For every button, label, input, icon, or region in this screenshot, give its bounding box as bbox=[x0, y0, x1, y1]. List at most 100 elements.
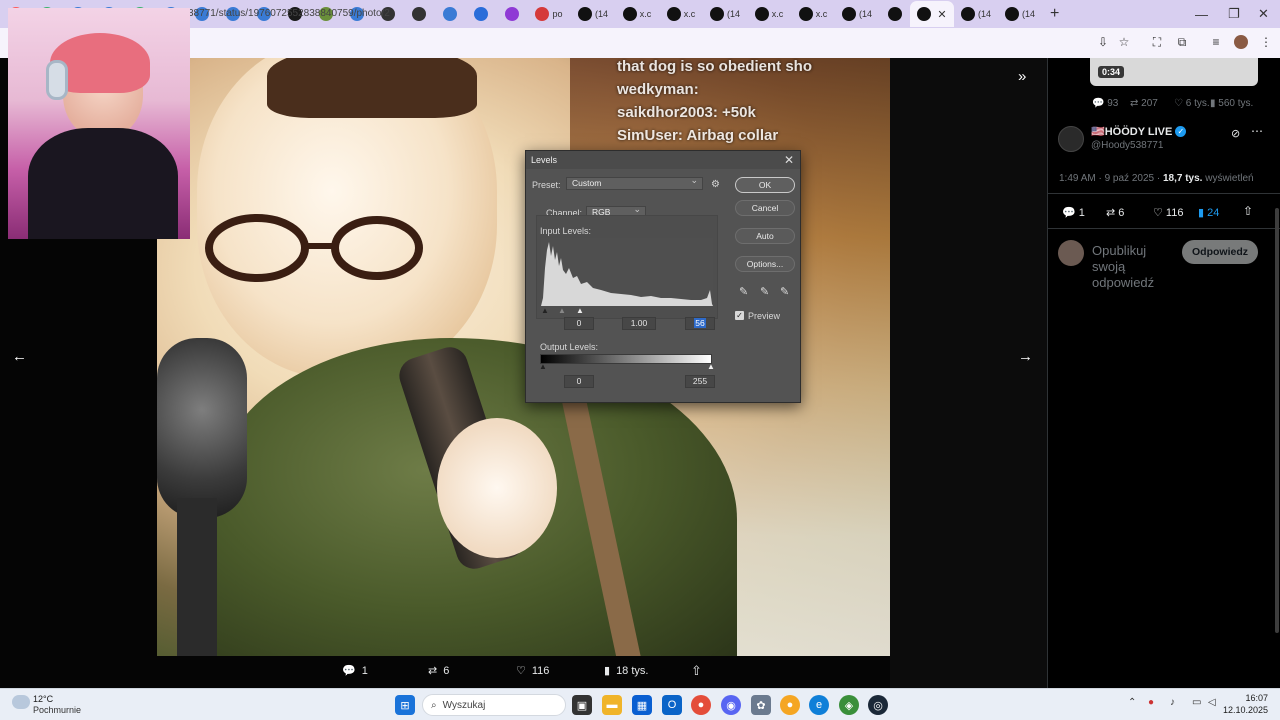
browser-tab[interactable]: (14 bbox=[703, 1, 747, 27]
browser-tab[interactable]: x.c bbox=[659, 1, 703, 27]
discord-icon[interactable]: ◉ bbox=[721, 695, 741, 715]
black-eyedropper-icon[interactable]: ✎ bbox=[739, 285, 748, 298]
browser-tab[interactable]: (14 bbox=[835, 1, 879, 27]
input-black-field[interactable]: 0 bbox=[564, 317, 594, 330]
browser-tab[interactable] bbox=[434, 1, 465, 27]
top-video-views[interactable]: ▮ 560 tys. bbox=[1210, 98, 1253, 109]
bookmark-star-icon[interactable]: ☆ bbox=[1115, 33, 1133, 51]
previous-photo-icon[interactable]: ← bbox=[12, 348, 27, 365]
new-tab-button[interactable]: + bbox=[1050, 5, 1059, 23]
top-video-likes[interactable]: ♡ 6 tys. bbox=[1174, 98, 1210, 109]
steam-icon[interactable]: ◎ bbox=[868, 695, 888, 715]
next-photo-icon[interactable]: → bbox=[1018, 348, 1033, 365]
tweet-bookmark-button[interactable]: ▮ 24 bbox=[1198, 206, 1219, 219]
output-white-slider[interactable]: ▲ bbox=[707, 362, 715, 371]
chrome-icon[interactable]: ● bbox=[691, 695, 711, 715]
photo-like-button[interactable]: ♡ 116 bbox=[516, 664, 549, 678]
screenshot-icon[interactable]: ⛶ bbox=[1148, 33, 1166, 51]
active-browser-tab[interactable]: ✕ bbox=[910, 1, 954, 27]
weather-temp[interactable]: 12°C bbox=[33, 694, 53, 704]
author-name[interactable]: 🇺🇸HÖÖDY LIVE ✓ bbox=[1091, 125, 1187, 138]
tray-chevron-icon[interactable]: ⌃ bbox=[1128, 697, 1136, 708]
options-button[interactable]: Options... bbox=[735, 256, 795, 272]
auto-button[interactable]: Auto bbox=[735, 228, 795, 244]
output-black-field[interactable]: 0 bbox=[564, 375, 594, 388]
browser-tab[interactable] bbox=[465, 1, 496, 27]
browser-tab[interactable]: (14 bbox=[954, 1, 998, 27]
input-white-field[interactable]: 56 bbox=[685, 317, 715, 330]
output-white-field[interactable]: 255 bbox=[685, 375, 715, 388]
tweet-repost-button[interactable]: ⇄ 6 bbox=[1106, 206, 1124, 219]
grok-icon[interactable]: ⊘ bbox=[1231, 127, 1240, 140]
file-explorer-icon[interactable]: ▬ bbox=[602, 695, 622, 715]
app-icon[interactable]: ◈ bbox=[839, 695, 859, 715]
clock-time[interactable]: 16:07 bbox=[1228, 693, 1268, 703]
input-white-slider[interactable]: ▲ bbox=[576, 306, 584, 315]
tray-app-icon[interactable]: ● bbox=[1148, 697, 1154, 708]
more-options-icon[interactable]: ⋯ bbox=[1251, 124, 1263, 138]
browser-tab[interactable] bbox=[403, 1, 434, 27]
volume-icon[interactable]: ◁ bbox=[1208, 697, 1216, 708]
weather-cloud-icon[interactable] bbox=[12, 695, 30, 709]
dialog-close-icon[interactable]: ✕ bbox=[784, 153, 794, 167]
app-icon[interactable]: ● bbox=[780, 695, 800, 715]
tweet-reply-button[interactable]: 💬 1 bbox=[1062, 206, 1085, 219]
store-icon[interactable]: ▦ bbox=[632, 695, 652, 715]
edge-icon[interactable]: e bbox=[809, 695, 829, 715]
tweet-share-icon[interactable]: ⇧ bbox=[1243, 204, 1253, 218]
gray-eyedropper-icon[interactable]: ✎ bbox=[760, 285, 769, 298]
clock-date[interactable]: 12.10.2025 bbox=[1218, 705, 1268, 715]
restore-button[interactable]: ❐ bbox=[1228, 0, 1240, 28]
browser-tab[interactable]: x.c bbox=[615, 1, 659, 27]
extensions-icon[interactable]: ⧉ bbox=[1173, 33, 1191, 51]
preset-options-gear-icon[interactable]: ⚙ bbox=[711, 179, 720, 190]
browser-tab[interactable]: x.c bbox=[747, 1, 791, 27]
expand-panel-icon[interactable]: » bbox=[1018, 68, 1026, 85]
input-black-slider[interactable]: ▲ bbox=[541, 306, 549, 315]
share-icon[interactable]: ⇧ bbox=[691, 663, 702, 679]
tweet-like-button[interactable]: ♡ 116 bbox=[1153, 206, 1183, 219]
input-gamma-field[interactable]: 1.00 bbox=[622, 317, 656, 330]
close-tab-icon[interactable]: ✕ bbox=[937, 8, 946, 21]
video-thumbnail[interactable]: 0:34 bbox=[1090, 58, 1258, 86]
outlook-icon[interactable]: O bbox=[662, 695, 682, 715]
task-view-icon[interactable]: ▣ bbox=[572, 695, 592, 715]
browser-tab[interactable]: po bbox=[527, 1, 571, 27]
white-eyedropper-icon[interactable]: ✎ bbox=[780, 285, 789, 298]
ok-button[interactable]: OK bbox=[735, 177, 795, 193]
browser-menu-icon[interactable]: ⋮ bbox=[1257, 33, 1275, 51]
author-avatar[interactable] bbox=[1058, 126, 1084, 152]
preview-checkbox[interactable]: ✓ bbox=[735, 311, 744, 320]
top-video-reposts[interactable]: ⇄ 207 bbox=[1130, 98, 1158, 109]
app-icon[interactable]: ✿ bbox=[751, 695, 771, 715]
top-video-replies[interactable]: 💬 93 bbox=[1092, 98, 1118, 109]
output-black-slider[interactable]: ▲ bbox=[539, 362, 547, 371]
browser-tab[interactable]: x.c bbox=[791, 1, 835, 27]
reading-list-icon[interactable]: ≡ bbox=[1207, 33, 1225, 51]
browser-tab[interactable]: (14 bbox=[998, 1, 1042, 27]
install-app-icon[interactable]: ⇩ bbox=[1094, 33, 1112, 51]
browser-tab[interactable] bbox=[879, 1, 910, 27]
microphone-icon[interactable]: ♪ bbox=[1170, 697, 1175, 708]
reply-input[interactable]: Opublikuj swoją odpowiedź bbox=[1092, 243, 1172, 291]
photo-repost-button[interactable]: ⇄ 6 bbox=[428, 664, 449, 678]
preset-select[interactable]: Custom bbox=[566, 175, 703, 190]
author-handle[interactable]: @Hoody538771 bbox=[1091, 140, 1163, 151]
profile-avatar[interactable] bbox=[1232, 33, 1250, 51]
minimize-button[interactable]: — bbox=[1195, 0, 1208, 28]
browser-tab[interactable] bbox=[496, 1, 527, 27]
input-gamma-slider[interactable]: ▲ bbox=[558, 306, 566, 315]
start-icon[interactable]: ⊞ bbox=[395, 695, 415, 715]
photo-reply-button[interactable]: 💬 1 bbox=[342, 664, 368, 678]
cancel-button[interactable]: Cancel bbox=[735, 200, 795, 216]
network-icon[interactable]: ▭ bbox=[1192, 697, 1201, 708]
tweet-timestamp[interactable]: 1:49 AM · 9 paź 2025 · 18,7 tys. wyświet… bbox=[1059, 173, 1254, 184]
close-window-button[interactable]: ✕ bbox=[1258, 0, 1269, 28]
browser-tab[interactable]: (14 bbox=[571, 1, 615, 27]
reply-submit-button[interactable]: Odpowiedz bbox=[1182, 240, 1258, 264]
search-box[interactable]: ⌕ Wyszukaj bbox=[422, 694, 566, 716]
photo-views-button[interactable]: ▮ 18 tys. bbox=[604, 664, 648, 678]
sidebar-scrollbar[interactable] bbox=[1275, 208, 1279, 633]
url-field[interactable]: 38771/status/1976072552838840759/photo/2 bbox=[188, 8, 390, 19]
weather-desc[interactable]: Pochmurnie bbox=[33, 705, 81, 715]
